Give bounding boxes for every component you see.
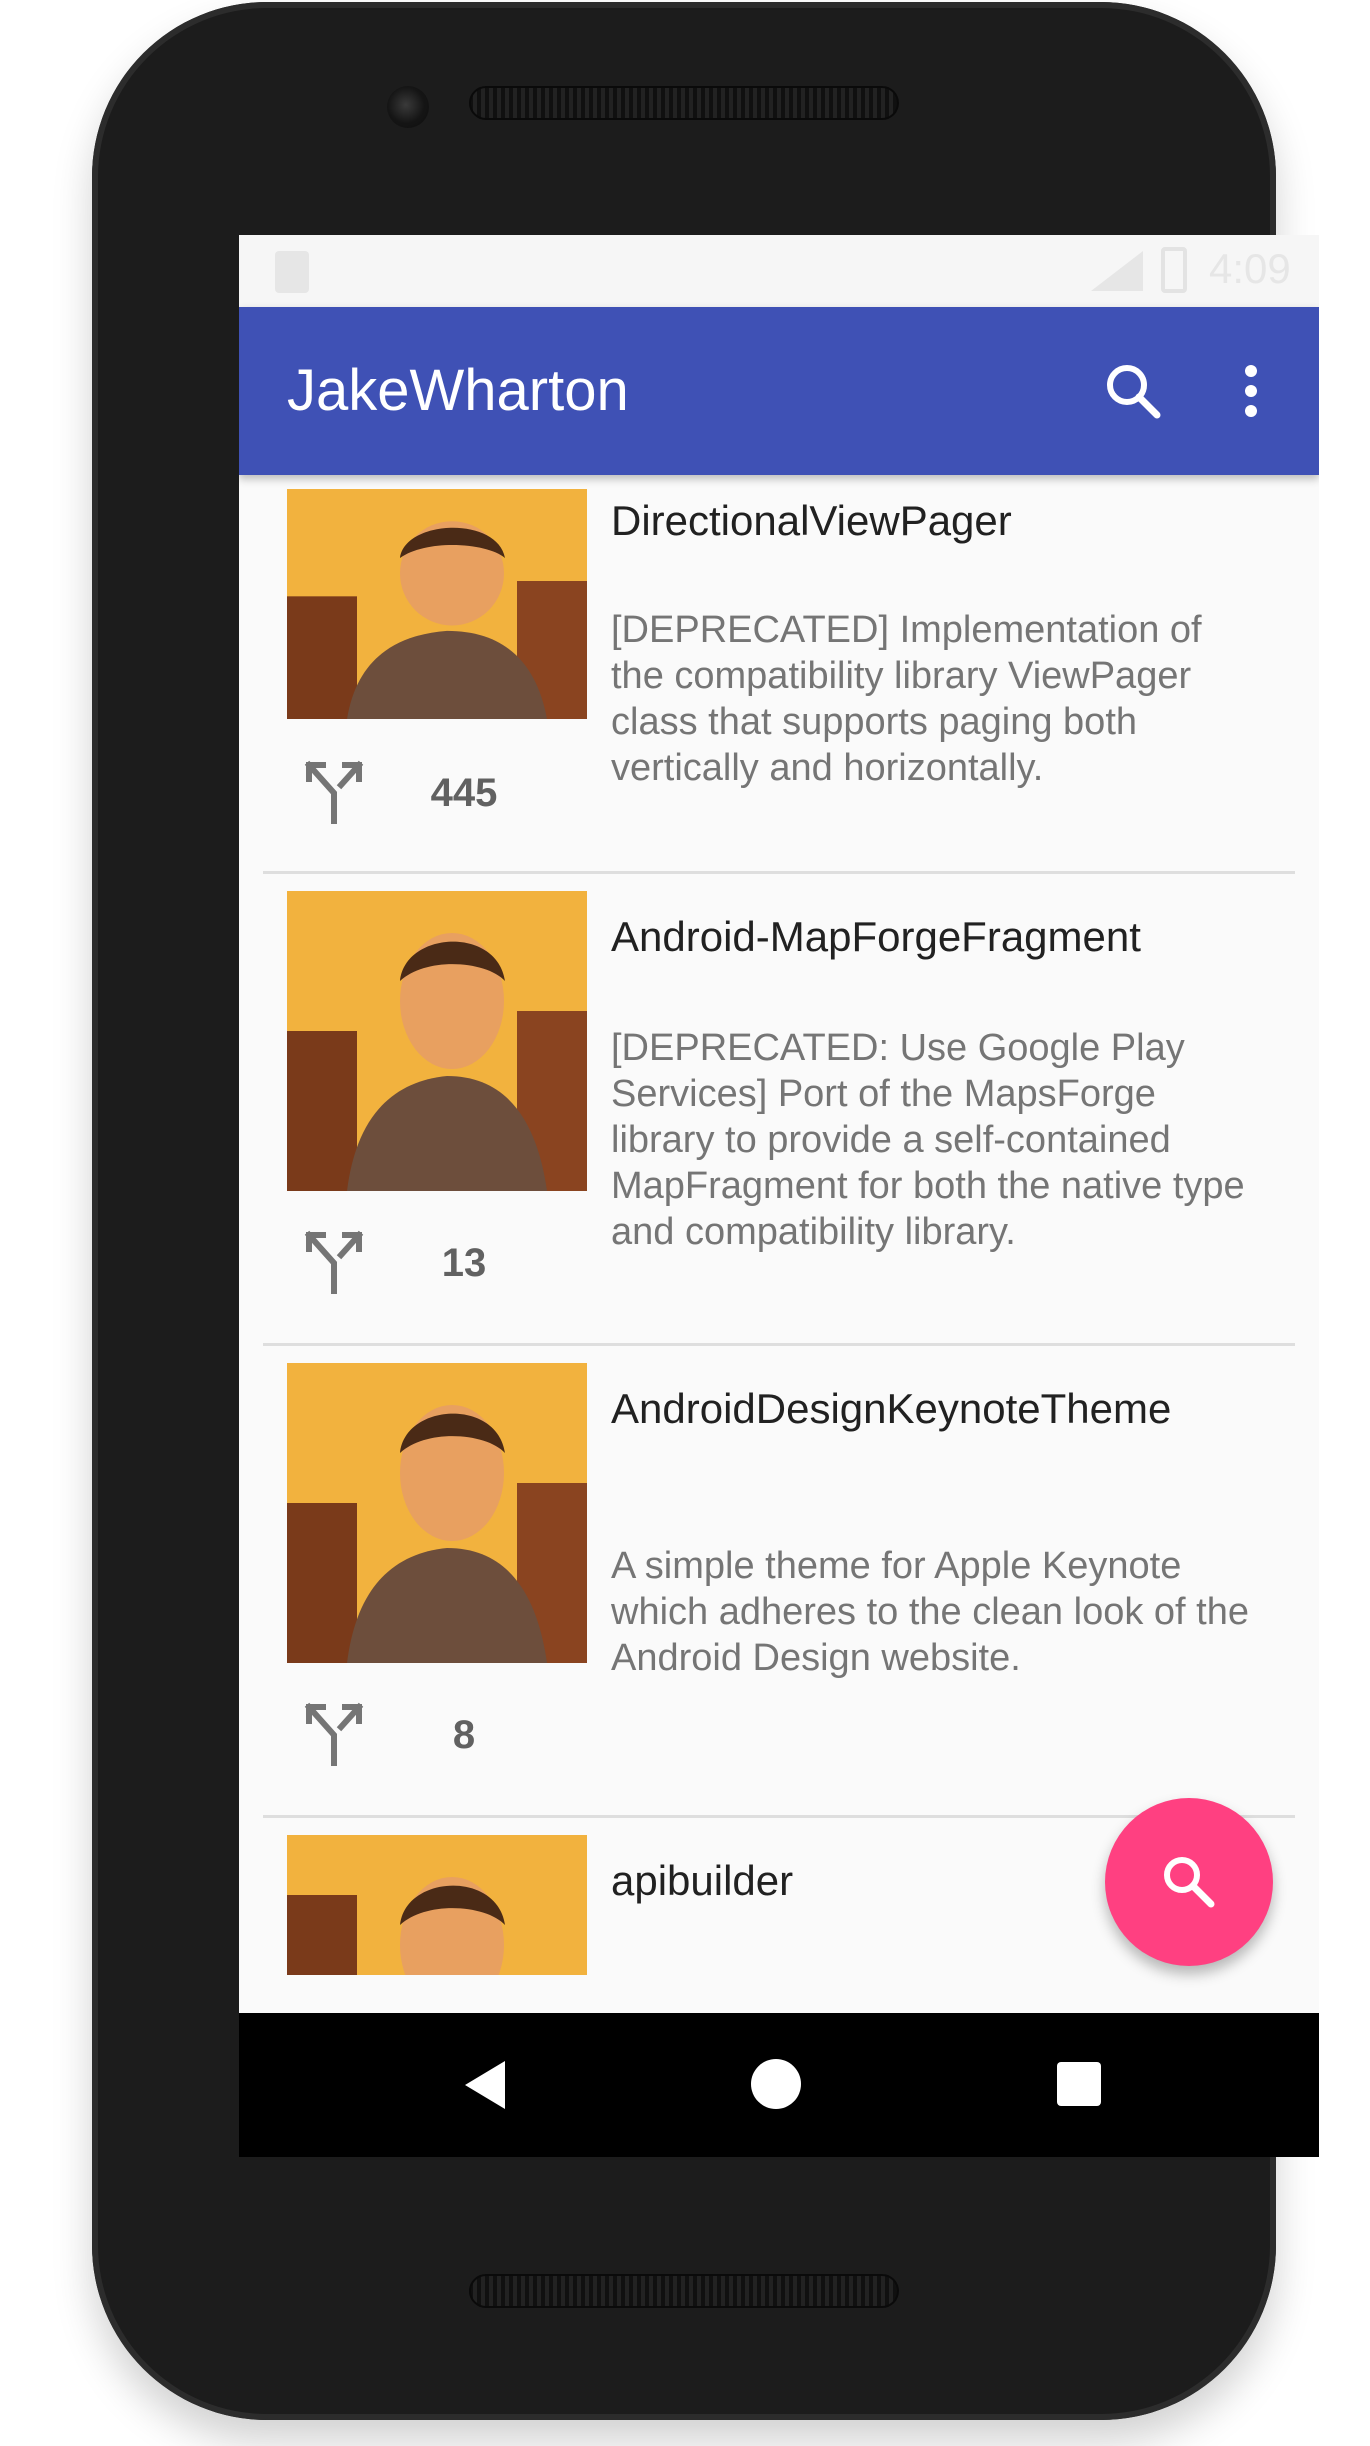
bottom-speaker: [469, 2274, 899, 2308]
fork-icon: [304, 1230, 364, 1294]
app-title: JakeWharton: [287, 358, 629, 423]
navigation-bar: [239, 2013, 1319, 2157]
screen: 4:09 JakeWharton DirectionalViewPager [D…: [239, 235, 1319, 2157]
repo-name: apibuilder: [611, 1857, 794, 1904]
status-time: 4:09: [1209, 245, 1291, 292]
fork-icon: [304, 760, 364, 824]
top-speaker: [469, 86, 899, 120]
battery-icon: [1161, 247, 1187, 293]
signal-icon: [1091, 251, 1143, 291]
fork-count: 445: [430, 771, 498, 815]
divider: [263, 1343, 1295, 1346]
avatar-image: [287, 1363, 587, 1663]
recents-icon[interactable]: [1057, 2062, 1101, 2106]
repo-list-item[interactable]: Android-MapForgeFragment [DEPRECATED: Us…: [239, 875, 1319, 1345]
search-icon: [1164, 1857, 1215, 1908]
home-icon[interactable]: [751, 2059, 801, 2109]
fork-icon: [304, 1702, 364, 1766]
avatar-image: [287, 891, 587, 1191]
repo-list-item[interactable]: DirectionalViewPager [DEPRECATED] Implem…: [239, 475, 1319, 865]
front-camera: [387, 86, 429, 128]
fork-count: 13: [441, 1241, 487, 1285]
search-icon[interactable]: [1093, 351, 1173, 431]
repo-description: [DEPRECATED] Implementation of the compa…: [611, 609, 1202, 789]
sim-icon: [275, 251, 309, 293]
repo-name: DirectionalViewPager: [611, 497, 1012, 544]
status-bar: 4:09: [239, 235, 1319, 307]
fork-count: 8: [452, 1713, 476, 1757]
back-icon[interactable]: [459, 2057, 509, 2113]
phone-frame: 4:09 JakeWharton DirectionalViewPager [D…: [92, 2, 1319, 2420]
repo-description: A simple theme for Apple Keynote which a…: [611, 1545, 1249, 1679]
avatar-image: [287, 489, 587, 719]
avatar-image: [287, 1835, 587, 1975]
more-vert-icon[interactable]: [1221, 351, 1281, 431]
repo-description: [DEPRECATED: Use Google Play Services] P…: [611, 1027, 1245, 1253]
repo-name: Android-MapForgeFragment: [611, 913, 1141, 960]
divider: [263, 871, 1295, 874]
repo-name: AndroidDesignKeynoteTheme: [611, 1385, 1172, 1432]
search-fab[interactable]: [1105, 1798, 1273, 1966]
app-bar: JakeWharton: [239, 307, 1319, 475]
repo-list-item[interactable]: AndroidDesignKeynoteTheme A simple theme…: [239, 1347, 1319, 1817]
